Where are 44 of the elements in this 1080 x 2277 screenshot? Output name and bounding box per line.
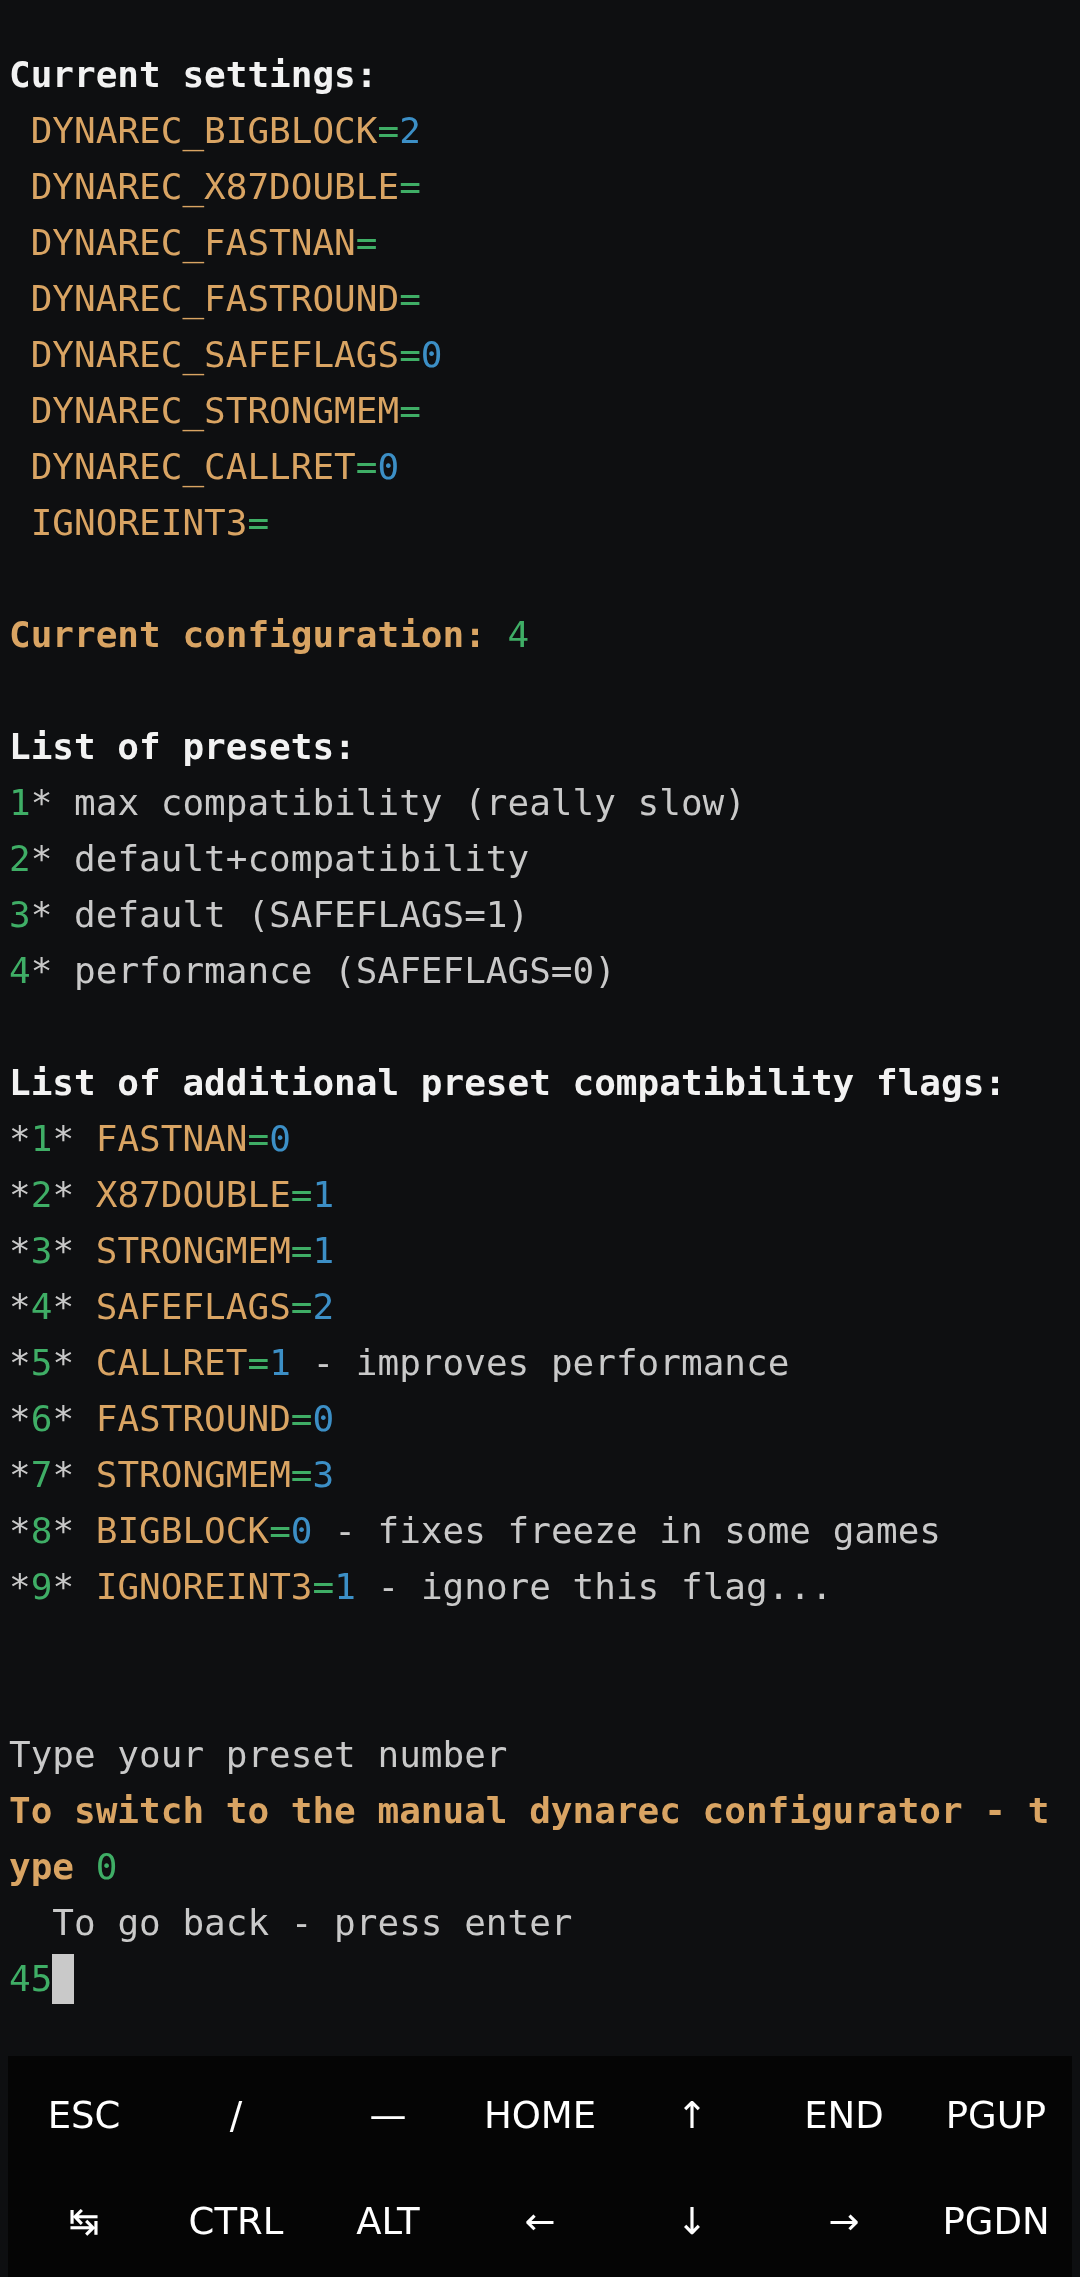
- key-button[interactable]: PGUP: [945, 2083, 1047, 2147]
- terminal-line: *8* BIGBLOCK=0 - fixes freeze in some games: [9, 1509, 943, 1553]
- terminal-line: *2* X87DOUBLE=1: [9, 1173, 336, 1217]
- terminal-line: 3* default (SAFEFLAGS=1): [9, 893, 531, 937]
- key-button[interactable]: PGDN: [942, 2189, 1050, 2253]
- terminal-line: Current configuration: 4: [9, 613, 531, 657]
- terminal-line: DYNAREC_STRONGMEM=: [29, 389, 422, 434]
- terminal-line: To switch to the manual dynarec configurator - type 0: [9, 1789, 1050, 1889]
- terminal-line: *3* STRONGMEM=1: [9, 1229, 336, 1273]
- terminal-line: 1* max compatibility (really slow): [9, 781, 747, 825]
- key-button[interactable]: ↓: [676, 2189, 708, 2253]
- key-button[interactable]: CTRL: [188, 2189, 284, 2253]
- key-button[interactable]: ↑: [676, 2083, 708, 2147]
- key-button[interactable]: →: [828, 2189, 860, 2253]
- terminal-line: *4* SAFEFLAGS=2: [9, 1285, 336, 1329]
- terminal-line: DYNAREC_FASTROUND=: [29, 277, 422, 322]
- key-button[interactable]: ALT: [356, 2189, 420, 2253]
- terminal-line: List of additional preset compatibility flags:: [9, 1061, 1007, 1105]
- terminal-line: DYNAREC_BIGBLOCK=2: [29, 109, 422, 154]
- terminal-line: *9* IGNOREINT3=1 - ignore this flag...: [9, 1565, 834, 1609]
- cursor: [52, 1954, 75, 2004]
- terminal-line: DYNAREC_FASTNAN=: [29, 221, 379, 266]
- terminal-line: Current settings:: [9, 53, 379, 97]
- terminal-line: *1* FASTNAN=0: [9, 1117, 292, 1161]
- terminal-line: To go back - press enter: [51, 1901, 574, 1945]
- terminal-line: DYNAREC_SAFEFLAGS=0: [29, 333, 444, 378]
- terminal-line: DYNAREC_X87DOUBLE=: [29, 165, 422, 210]
- key-button[interactable]: /: [229, 2083, 243, 2147]
- key-button[interactable]: ←: [524, 2189, 556, 2253]
- terminal-line: 4* performance (SAFEFLAGS=0): [9, 949, 617, 993]
- terminal-line: 2* default+compatibility: [9, 837, 531, 881]
- key-button[interactable]: ESC: [47, 2083, 121, 2147]
- terminal-line: *7* STRONGMEM=3: [9, 1453, 336, 1497]
- key-button[interactable]: ↹: [68, 2189, 100, 2253]
- terminal-line: *6* FASTROUND=0: [9, 1397, 336, 1441]
- key-button[interactable]: —: [369, 2083, 407, 2147]
- terminal-line: IGNOREINT3=: [29, 501, 271, 545]
- terminal-line: List of presets:: [9, 725, 357, 769]
- terminal-line: Type your preset number: [9, 1733, 509, 1777]
- key-button[interactable]: HOME: [483, 2083, 597, 2147]
- terminal-line: *5* CALLRET=1 - improves performance: [9, 1341, 791, 1385]
- terminal-line: DYNAREC_CALLRET=0: [29, 445, 401, 490]
- input-text[interactable]: 45: [9, 1951, 53, 2007]
- key-button[interactable]: END: [804, 2083, 884, 2147]
